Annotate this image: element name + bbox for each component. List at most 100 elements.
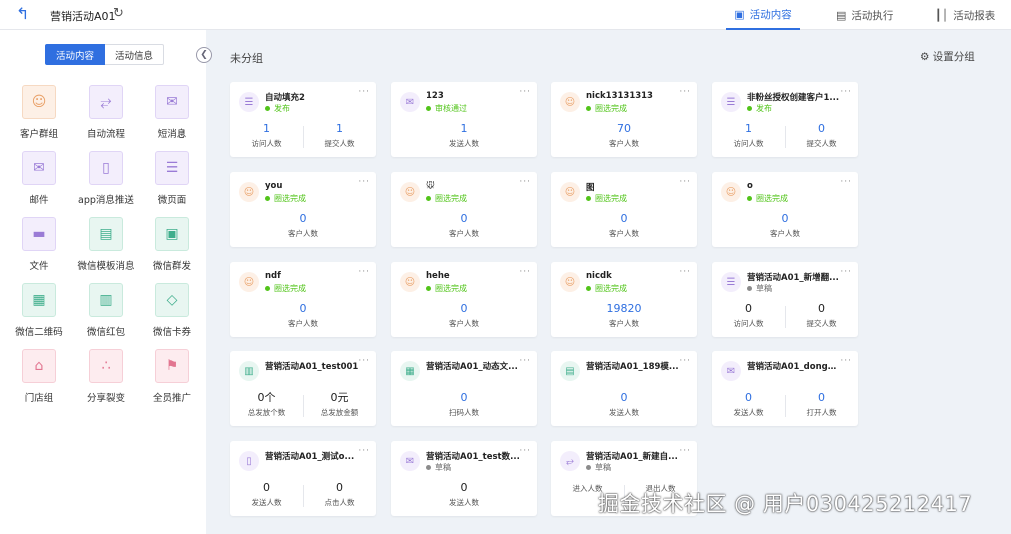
more-icon[interactable]: ··· xyxy=(519,446,531,456)
tab-activity-content[interactable]: ▣ 活动内容 xyxy=(726,0,800,30)
back-icon[interactable]: ↰ xyxy=(16,5,34,23)
more-icon[interactable]: ··· xyxy=(519,177,531,187)
activity-card[interactable]: ☺ 图 ··· 圈选完成 0 客户人数 xyxy=(551,172,697,247)
tool-sms[interactable]: ✉ 短消息 xyxy=(142,85,202,140)
activity-card[interactable]: ☺ o ··· 圈选完成 0 客户人数 xyxy=(712,172,858,247)
segment-activity-info[interactable]: 活动信息 xyxy=(105,44,165,65)
status-dot xyxy=(426,196,431,201)
more-icon[interactable]: ··· xyxy=(679,267,691,277)
status-badge: 圈选完成 xyxy=(586,193,627,204)
tool-promote[interactable]: ⚑ 全员推广 xyxy=(142,349,202,404)
status-dot xyxy=(586,465,591,470)
tool-file[interactable]: ▬ 文件 xyxy=(9,217,69,272)
set-group-label: 设置分组 xyxy=(932,51,975,63)
activity-card[interactable]: ▥ 营销活动A01_test001 ··· 0个 总发放个数 0元 总发放金额 xyxy=(230,351,376,426)
more-icon[interactable]: ··· xyxy=(679,87,691,97)
activity-card[interactable]: ☺ 🐭 ··· 圈选完成 0 客户人数 xyxy=(391,172,537,247)
status-dot xyxy=(426,106,431,111)
sidebar: 活动内容 活动信息 ☺ 客户群组 ⥂ 自动流程 ✉ 短消息 ✉ 邮件 ▯ app消息推送 ☰ 微页面 ▬… xyxy=(0,30,206,534)
card-title: 营销活动A01_test001 xyxy=(265,362,359,372)
activity-card[interactable]: ☰ 自动填充2 ··· 发布 1 访问人数 1 提交人数 xyxy=(230,82,376,157)
tool-flow[interactable]: ⥂ 自动流程 xyxy=(76,85,136,140)
collapse-sidebar-icon[interactable]: ❮ xyxy=(196,47,212,63)
stat: 0 发送人数 xyxy=(391,481,537,511)
mail-icon: ✉ xyxy=(721,361,741,381)
coupon-icon: ◇ xyxy=(155,283,189,317)
status-badge: 圈选完成 xyxy=(426,193,467,204)
activity-card[interactable]: ✉ 123 ··· 审核通过 1 发送人数 xyxy=(391,82,537,157)
status-text: 圈选完成 xyxy=(595,194,627,203)
more-icon[interactable]: ··· xyxy=(519,356,531,366)
red-packet-icon: ▥ xyxy=(89,283,123,317)
more-icon[interactable]: ··· xyxy=(840,267,852,277)
set-group-button[interactable]: ⚙ 设置分组 xyxy=(920,49,975,64)
stat-value: 0 xyxy=(745,391,752,404)
status-text: 圈选完成 xyxy=(274,284,306,293)
more-icon[interactable]: ··· xyxy=(519,87,531,97)
activity-card[interactable]: ☰ 营销活动A01_新增翻... ··· 草稿 0 访问人数 0 提交人数 xyxy=(712,262,858,337)
tab-activity-report[interactable]: ┃│ 活动报表 xyxy=(935,0,995,30)
stat: 0 客户人数 xyxy=(230,302,376,332)
sms-icon: ✉ xyxy=(400,451,420,471)
more-icon[interactable]: ··· xyxy=(358,356,370,366)
more-icon[interactable]: ··· xyxy=(358,446,370,456)
tool-mail[interactable]: ✉ 邮件 xyxy=(9,151,69,206)
activity-card[interactable]: ✉ 营销活动A01_dongq... ··· 0 发送人数 0 打开人数 xyxy=(712,351,858,426)
user-icon: ☺ xyxy=(239,182,259,202)
card-stats: 0 发送人数 xyxy=(551,391,697,421)
tool-coupon[interactable]: ◇ 微信卡券 xyxy=(142,283,202,338)
activity-card[interactable]: ☺ ndf ··· 圈选完成 0 客户人数 xyxy=(230,262,376,337)
stat-value: 0元 xyxy=(330,391,349,404)
user-icon: ☺ xyxy=(400,272,420,292)
page-icon: ☰ xyxy=(721,92,741,112)
segment-activity-content[interactable]: 活动内容 xyxy=(45,44,106,65)
more-icon[interactable]: ··· xyxy=(358,87,370,97)
activity-card[interactable]: ✉ 营销活动A01_test数... ··· 草稿 0 发送人数 xyxy=(391,441,537,516)
tool-page[interactable]: ☰ 微页面 xyxy=(142,151,202,206)
refresh-icon[interactable]: ↻ xyxy=(113,6,124,21)
more-icon[interactable]: ··· xyxy=(679,446,691,456)
stat: 0 客户人数 xyxy=(712,212,858,242)
tab-activity-execute[interactable]: ▤ 活动执行 xyxy=(836,0,893,30)
card-title: 营销活动A01_test数... xyxy=(426,452,520,462)
activity-card[interactable]: ☺ nicdk ··· 圈选完成 19820 客户人数 xyxy=(551,262,697,337)
status-text: 草稿 xyxy=(595,463,611,472)
activity-card[interactable]: ☺ you ··· 圈选完成 0 客户人数 xyxy=(230,172,376,247)
stat: 0 客户人数 xyxy=(551,212,697,242)
activity-card[interactable]: ▤ 营销活动A01_189模... ··· 0 发送人数 xyxy=(551,351,697,426)
more-icon[interactable]: ··· xyxy=(679,177,691,187)
more-icon[interactable]: ··· xyxy=(840,87,852,97)
tool-share[interactable]: ∴ 分享裂变 xyxy=(76,349,136,404)
status-badge: 圈选完成 xyxy=(265,193,306,204)
stat-value: 0 xyxy=(299,302,307,315)
stat-value: 0 xyxy=(620,391,628,404)
tool-qrcode[interactable]: ▦ 微信二维码 xyxy=(9,283,69,338)
tool-red-packet[interactable]: ▥ 微信红包 xyxy=(76,283,136,338)
activity-card[interactable]: ▯ 营销活动A01_测试o... ··· 0 发送人数 0 点击人数 xyxy=(230,441,376,516)
stat-value: 0个 xyxy=(257,391,276,404)
tool-wechat-template[interactable]: ▤ 微信模板消息 xyxy=(76,217,136,272)
card-title: ndf xyxy=(265,271,281,281)
activity-card[interactable]: ☺ nick13131313 ··· 圈选完成 70 客户人数 xyxy=(551,82,697,157)
more-icon[interactable]: ··· xyxy=(679,356,691,366)
tool-label: 微信卡券 xyxy=(152,327,191,338)
more-icon[interactable]: ··· xyxy=(358,177,370,187)
more-icon[interactable]: ··· xyxy=(840,177,852,187)
more-icon[interactable]: ··· xyxy=(519,267,531,277)
activity-card[interactable]: ▦ 营销活动A01_动态文... ··· 0 扫码人数 xyxy=(391,351,537,426)
status-text: 审核通过 xyxy=(435,104,467,113)
tool-label: 自动流程 xyxy=(86,129,125,140)
activity-card[interactable]: ☰ 非粉丝授权创建客户1... ··· 发布 1 访问人数 0 提交人数 xyxy=(712,82,858,157)
status-text: 圈选完成 xyxy=(435,284,467,293)
tool-wechat-mass[interactable]: ▣ 微信群发 xyxy=(142,217,202,272)
more-icon[interactable]: ··· xyxy=(358,267,370,277)
stat: 70 客户人数 xyxy=(551,122,697,152)
tool-user[interactable]: ☺ 客户群组 xyxy=(9,85,69,140)
more-icon[interactable]: ··· xyxy=(840,356,852,366)
stat-value: 1 xyxy=(263,122,270,135)
stat-label: 总发放个数 xyxy=(247,408,286,417)
tool-push[interactable]: ▯ app消息推送 xyxy=(76,151,136,206)
activity-card[interactable]: ☺ hehe ··· 圈选完成 0 客户人数 xyxy=(391,262,537,337)
tool-store[interactable]: ⌂ 门店组 xyxy=(9,349,69,404)
tool-label: app消息推送 xyxy=(78,195,134,206)
